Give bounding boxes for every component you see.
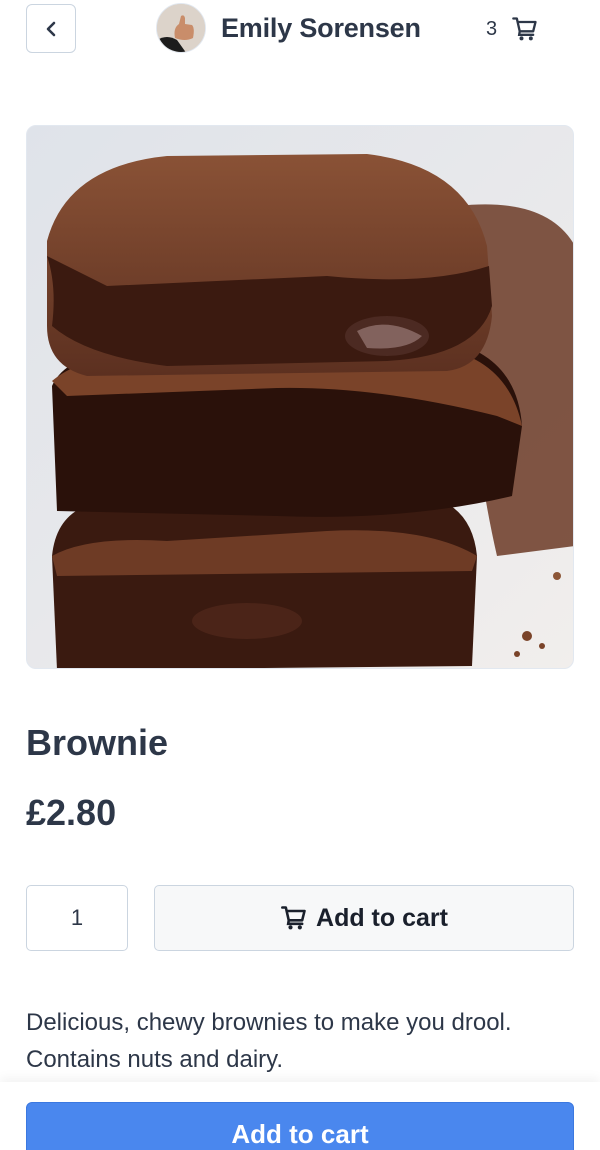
quantity-input[interactable] (26, 885, 128, 951)
seller-name: Emily Sorensen (221, 12, 421, 43)
seller-profile[interactable]: Emily Sorensen (156, 3, 421, 53)
add-to-cart-button[interactable]: Add to cart (154, 885, 574, 951)
product-description: Delicious, chewy brownies to make you dr… (26, 1009, 512, 1073)
bottom-bar: Add to cart (0, 1082, 600, 1150)
product-price: £2.80 (26, 792, 117, 833)
back-button[interactable] (26, 4, 76, 53)
chevron-left-icon (46, 21, 56, 36)
header: Emily Sorensen 3 (0, 0, 600, 60)
cart-button[interactable]: 3 (486, 8, 539, 50)
cart-icon (281, 906, 306, 930)
cart-count: 3 (486, 17, 498, 40)
avatar (156, 3, 206, 53)
cart-icon (512, 17, 537, 41)
add-to-cart-label: Add to cart (316, 903, 448, 932)
product-title: Brownie (26, 722, 169, 763)
sticky-add-to-cart-button[interactable]: Add to cart (26, 1102, 574, 1150)
product-image (26, 125, 574, 669)
product-page: Emily Sorensen 3 Brownie £2.80 1 Add to … (0, 0, 600, 1150)
